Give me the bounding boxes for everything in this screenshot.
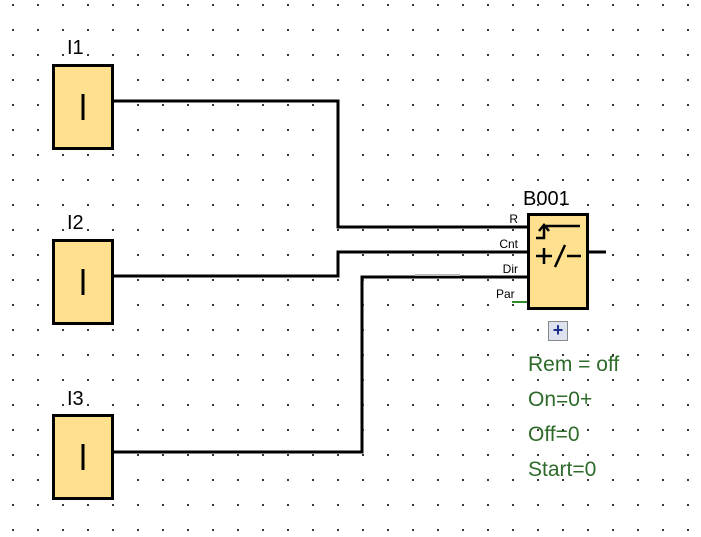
expand-parameters-button[interactable]: + (548, 321, 568, 341)
input-label-i3: I3 (67, 388, 84, 410)
up-down-counter-icon (536, 223, 581, 268)
pin-cnt: Cnt (499, 237, 518, 251)
wire-i2-cnt[interactable] (113, 250, 528, 278)
wire-i3-dir[interactable] (113, 275, 528, 454)
input-block-i1[interactable] (52, 64, 114, 150)
param-on-threshold: On=0+ (528, 388, 593, 411)
input-label-i2: I2 (67, 212, 84, 234)
pin-r: R (509, 212, 518, 226)
param-remanence: Rem = off (528, 353, 620, 376)
input-symbol (81, 269, 85, 295)
input-block-i3[interactable] (52, 414, 114, 500)
input-block-i2[interactable] (52, 239, 114, 325)
wire-i1-r[interactable] (113, 99, 528, 229)
plus-icon: + (552, 320, 564, 340)
counter-block-b001[interactable] (527, 213, 589, 310)
pin-par: Par (496, 287, 515, 301)
input-symbol (81, 94, 85, 120)
param-start-value: Start=0 (528, 458, 597, 481)
block-label-b001: B001 (523, 188, 570, 210)
input-label-i1: I1 (67, 37, 84, 59)
pin-dir: Dir (502, 262, 518, 276)
input-symbol (81, 444, 85, 470)
param-off-threshold: Off=0 (528, 423, 580, 446)
